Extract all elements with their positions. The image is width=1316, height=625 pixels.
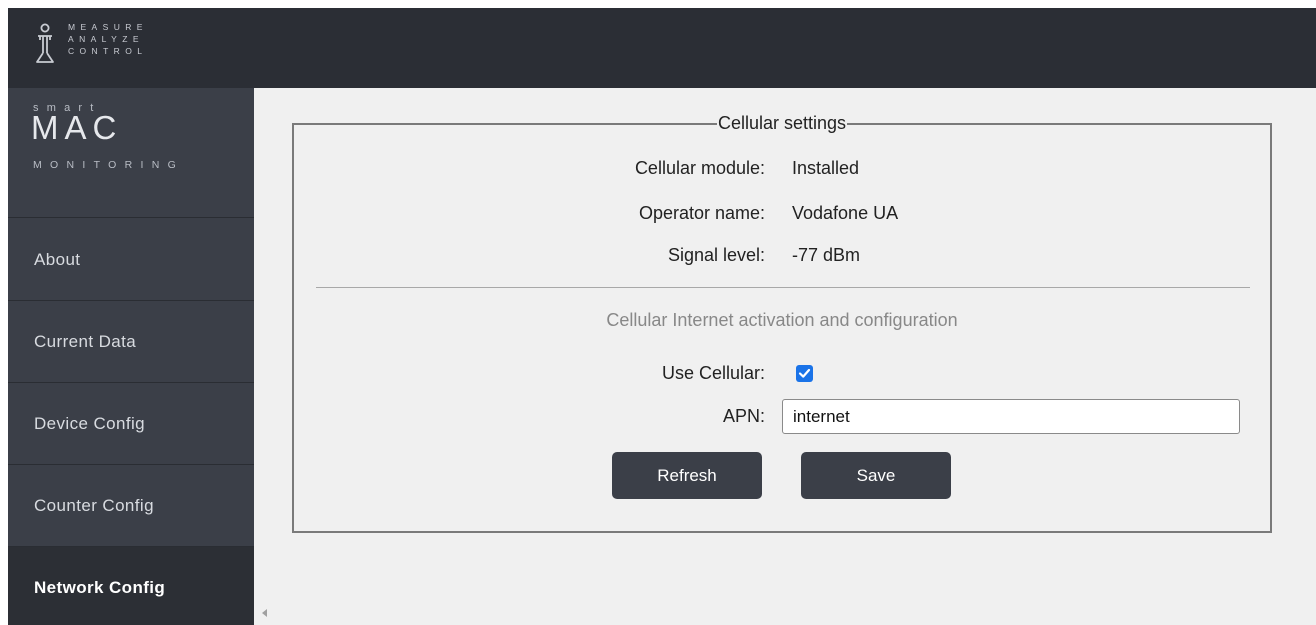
sidebar-item-counter-config[interactable]: Counter Config [8,465,254,547]
scroll-left-arrow-icon[interactable] [262,609,267,617]
sidebar-item-about[interactable]: About [8,219,254,301]
checkmark-icon [798,368,811,378]
top-header-bar: MEASURE ANALYZE CONTROL [8,8,1316,88]
sidebar: smart MAC MONITORING About Current Data … [8,88,254,625]
panel-legend: Cellular settings [294,113,1270,134]
sidebar-nav: About Current Data Device Config Counter… [8,219,254,625]
operator-name-label: Operator name: [638,203,765,223]
panel-title: Cellular settings [716,113,848,133]
save-button[interactable]: Save [801,452,951,499]
brand-sub-text: MONITORING [33,159,185,171]
cellular-settings-panel: Cellular settings Cellular module: Insta… [292,113,1272,533]
signal-level-label: Signal level: [667,245,765,265]
brand-main-text: MAC [31,109,123,146]
sidebar-item-network-config[interactable]: Network Config [8,547,254,625]
cellular-module-label: Cellular module: [634,158,765,178]
sidebar-item-label: About [34,249,81,269]
logo-line: ANALYZE [68,34,144,44]
logo-line: CONTROL [68,46,148,56]
sidebar-item-current-data[interactable]: Current Data [8,301,254,383]
use-cellular-label: Use Cellular: [661,363,765,383]
main-content: Cellular settings Cellular module: Insta… [254,88,1316,601]
horizontal-scrollbar[interactable] [254,601,1316,625]
sidebar-item-device-config[interactable]: Device Config [8,383,254,465]
sidebar-item-label: Current Data [34,331,137,351]
section-divider [316,287,1250,288]
sidebar-item-label: Network Config [34,577,166,597]
logo-line: MEASURE [68,22,148,32]
sidebar-item-label: Counter Config [34,495,154,515]
apn-label: APN: [722,406,765,426]
config-section-heading: Cellular Internet activation and configu… [606,310,958,330]
use-cellular-checkbox[interactable] [796,365,813,382]
refresh-button[interactable]: Refresh [612,452,762,499]
cellular-module-value: Installed [792,158,860,178]
apn-input[interactable] [782,399,1240,434]
product-brand: smart MAC MONITORING [8,88,254,218]
signal-level-value: -77 dBm [792,245,861,265]
sidebar-item-label: Device Config [34,413,146,433]
logo-mark-icon [36,23,54,63]
company-logo[interactable]: MEASURE ANALYZE CONTROL [34,21,148,65]
operator-name-value: Vodafone UA [792,203,899,223]
logo-text: MEASURE ANALYZE CONTROL [68,21,148,57]
